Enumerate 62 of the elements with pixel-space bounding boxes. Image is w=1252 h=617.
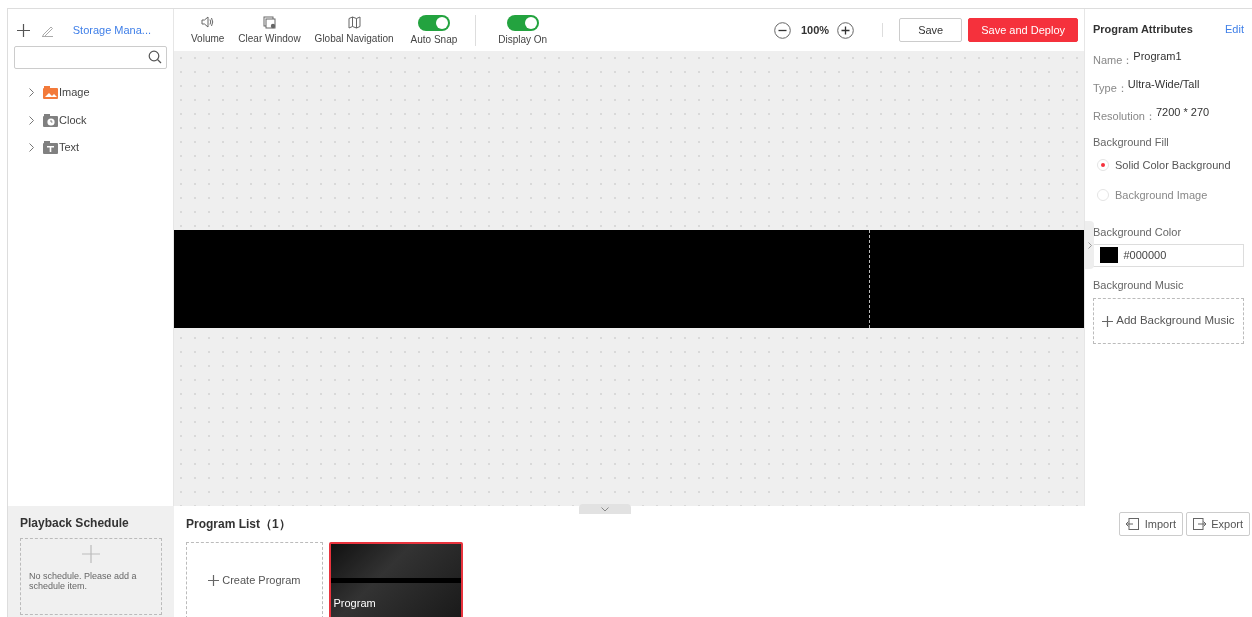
save-button[interactable]: Save	[899, 18, 963, 42]
section-title: Playback Schedule	[20, 515, 130, 532]
toolbar-button[interactable]: Global Navigation	[307, 15, 401, 45]
section-label: Background Music	[1093, 277, 1185, 293]
field-value: Program1	[1133, 48, 1182, 64]
toggle-label: Auto Snap	[410, 33, 458, 46]
section-title: Program List（1）	[186, 516, 291, 533]
clock-folder-icon	[43, 113, 58, 127]
toggle-switch[interactable]	[506, 14, 539, 31]
add-music-button[interactable]: Add Background Music	[1093, 298, 1244, 344]
speaker-icon	[201, 15, 215, 29]
text-folder-icon	[43, 141, 58, 154]
schedule-area[interactable]: No schedule. Please add a schedule item.	[20, 538, 162, 615]
window-icon	[263, 15, 276, 29]
import-button[interactable]: Import	[1119, 512, 1183, 536]
radio-button[interactable]	[1097, 159, 1109, 171]
color-field[interactable]: #000000	[1093, 243, 1244, 267]
field-value: 7200 * 270	[1156, 104, 1210, 120]
create-program-button[interactable]: Create Program	[186, 542, 323, 617]
chevron-icon[interactable]	[28, 88, 35, 97]
storage-link[interactable]: Storage Mana...	[72, 21, 152, 39]
plus-icon	[1102, 315, 1114, 327]
tree-item[interactable]: Clock	[14, 106, 167, 134]
chevron-icon[interactable]	[28, 143, 35, 152]
radio-label: Solid Color Background	[1115, 157, 1231, 173]
chevron-icon[interactable]	[28, 115, 35, 125]
zoom-out-icon[interactable]	[774, 21, 791, 39]
tree-item[interactable]: Text	[14, 133, 167, 162]
radio-label: Background Image	[1115, 187, 1208, 203]
toolbar-button[interactable]: Clear Window	[231, 15, 308, 45]
radio-button[interactable]	[1097, 189, 1109, 201]
empty-message: No schedule. Please add a schedule item.	[29, 571, 138, 592]
search-field[interactable]	[14, 45, 167, 69]
field-label: Resolution：	[1093, 108, 1156, 124]
edit-link[interactable]: Edit	[1225, 21, 1244, 38]
deploy-button[interactable]: Save and Deploy	[968, 18, 1078, 42]
toggle-switch[interactable]	[417, 14, 450, 31]
export-button[interactable]: Export	[1185, 512, 1250, 536]
plus-icon	[208, 575, 220, 586]
side-handle[interactable]	[1085, 221, 1094, 269]
import-icon	[1126, 518, 1140, 530]
field-label: Type：	[1093, 80, 1128, 96]
section-label: Background Color	[1093, 225, 1183, 240]
toggle-label: Display On	[498, 33, 548, 46]
panel-title: Program Attributes	[1093, 22, 1193, 37]
section-label: Background Fill	[1093, 134, 1170, 150]
export-icon	[1192, 518, 1206, 530]
program-thumbnail[interactable]: Program	[328, 542, 463, 617]
zoom-in-icon[interactable]	[837, 21, 855, 39]
program-name: Program	[333, 595, 376, 611]
image-folder-icon	[43, 86, 58, 99]
tree-item[interactable]: Image	[14, 78, 167, 107]
field-label: Name：	[1093, 52, 1134, 68]
chevron-right-icon	[1087, 241, 1092, 249]
search-icon	[148, 50, 162, 65]
zoom-level: 100%	[801, 22, 830, 38]
field-value: Ultra-Wide/Tall	[1127, 76, 1200, 92]
chevron-down-icon	[601, 506, 609, 512]
add-icon[interactable]	[16, 23, 30, 37]
plus-icon	[82, 545, 100, 563]
map-icon	[347, 15, 361, 29]
toolbar-button[interactable]: Volume	[184, 15, 232, 45]
